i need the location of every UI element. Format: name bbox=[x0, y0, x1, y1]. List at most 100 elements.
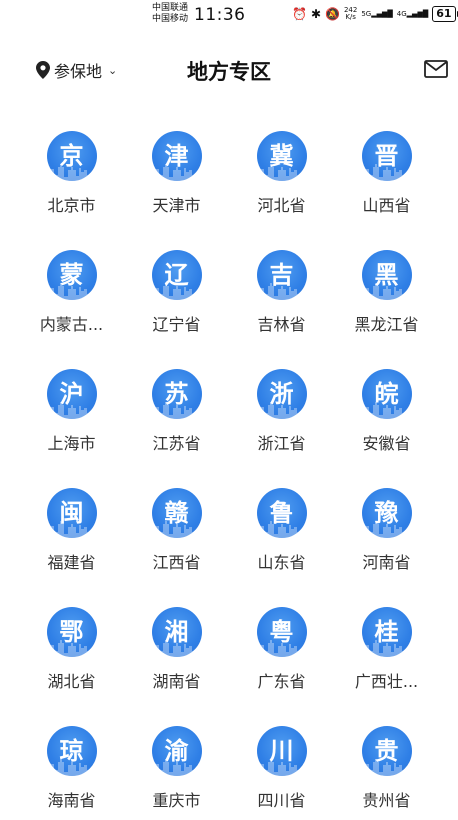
region-glyph: 冀 bbox=[269, 141, 294, 170]
mail-icon[interactable] bbox=[424, 60, 448, 78]
region-item[interactable]: 鲁山东省 bbox=[229, 467, 334, 586]
region-emblem-icon: 豫 bbox=[361, 488, 412, 538]
region-item[interactable]: 鄂湖北省 bbox=[19, 586, 124, 705]
region-name: 安徽省 bbox=[362, 434, 411, 453]
status-bar: 中国联通 中国移动 11:36 ⏰ ✱ 🔕 242 K/s 5G▂▄▆█ 4G▂… bbox=[0, 0, 458, 34]
region-item[interactable]: 川四川省 bbox=[229, 705, 334, 820]
carrier-1: 中国联通 bbox=[152, 3, 189, 13]
region-item[interactable]: 琼海南省 bbox=[19, 705, 124, 820]
region-emblem-icon: 津 bbox=[151, 131, 202, 181]
region-item[interactable]: 皖安徽省 bbox=[334, 348, 439, 467]
region-item[interactable]: 冀河北省 bbox=[229, 110, 334, 229]
region-name: 山西省 bbox=[362, 196, 411, 215]
status-icons: ⏰ ✱ 🔕 242 K/s 5G▂▄▆█ 4G▂▄▆█ 61 bbox=[292, 6, 458, 22]
region-item[interactable]: 津天津市 bbox=[124, 110, 229, 229]
region-glyph: 川 bbox=[269, 736, 294, 765]
region-item[interactable]: 黑黑龙江省 bbox=[334, 229, 439, 348]
net-speed: 242 K/s bbox=[344, 7, 357, 21]
region-emblem-icon: 桂 bbox=[361, 607, 412, 657]
region-glyph: 贵 bbox=[374, 736, 399, 765]
region-item[interactable]: 吉吉林省 bbox=[229, 229, 334, 348]
region-name: 浙江省 bbox=[257, 434, 306, 453]
region-name: 江西省 bbox=[152, 553, 201, 572]
region-name: 河北省 bbox=[257, 196, 306, 215]
region-item[interactable]: 闽福建省 bbox=[19, 467, 124, 586]
region-emblem-icon: 吉 bbox=[256, 250, 307, 300]
battery-indicator: 61 bbox=[432, 6, 458, 22]
region-emblem-icon: 苏 bbox=[151, 369, 202, 419]
region-emblem-icon: 鲁 bbox=[256, 488, 307, 538]
carrier-info: 中国联通 中国移动 bbox=[152, 3, 188, 25]
region-emblem-icon: 浙 bbox=[256, 369, 307, 419]
region-glyph: 津 bbox=[164, 141, 189, 170]
region-item[interactable]: 蒙内蒙古... bbox=[19, 229, 124, 348]
region-emblem-icon: 琼 bbox=[46, 726, 97, 776]
region-glyph: 苏 bbox=[164, 379, 189, 408]
region-emblem-icon: 蒙 bbox=[46, 250, 97, 300]
signal-4g-label: 4G bbox=[396, 10, 407, 18]
region-glyph: 鲁 bbox=[269, 498, 294, 527]
region-emblem-icon: 晋 bbox=[361, 131, 412, 181]
region-emblem-icon: 贵 bbox=[361, 726, 412, 776]
carrier-2: 中国移动 bbox=[152, 14, 189, 24]
region-glyph: 渝 bbox=[164, 736, 189, 765]
region-glyph: 湘 bbox=[164, 617, 189, 646]
region-item[interactable]: 辽辽宁省 bbox=[124, 229, 229, 348]
region-item[interactable]: 豫河南省 bbox=[334, 467, 439, 586]
region-name: 黑龙江省 bbox=[354, 315, 419, 334]
region-glyph: 皖 bbox=[374, 379, 399, 408]
signal-5g-label: 5G bbox=[361, 10, 372, 18]
region-emblem-icon: 京 bbox=[46, 131, 97, 181]
region-emblem-icon: 赣 bbox=[151, 488, 202, 538]
region-item[interactable]: 桂广西壮... bbox=[334, 586, 439, 705]
location-pin-icon bbox=[36, 61, 50, 79]
region-item[interactable]: 湘湖南省 bbox=[124, 586, 229, 705]
region-glyph: 闽 bbox=[59, 498, 84, 527]
region-item[interactable]: 粤广东省 bbox=[229, 586, 334, 705]
region-glyph: 吉 bbox=[269, 260, 294, 289]
region-item[interactable]: 晋山西省 bbox=[334, 110, 439, 229]
region-emblem-icon: 沪 bbox=[46, 369, 97, 419]
region-name: 重庆市 bbox=[152, 791, 201, 810]
region-glyph: 黑 bbox=[374, 260, 399, 289]
region-name: 河南省 bbox=[362, 553, 411, 572]
region-emblem-icon: 粤 bbox=[256, 607, 307, 657]
region-item[interactable]: 苏江苏省 bbox=[124, 348, 229, 467]
region-item[interactable]: 赣江西省 bbox=[124, 467, 229, 586]
mute-icon: 🔕 bbox=[325, 7, 340, 21]
location-selector[interactable]: 参保地 ⌄ bbox=[36, 58, 117, 82]
region-item[interactable]: 沪上海市 bbox=[19, 348, 124, 467]
alarm-icon: ⏰ bbox=[292, 7, 307, 21]
region-name: 四川省 bbox=[257, 791, 306, 810]
region-item[interactable]: 渝重庆市 bbox=[124, 705, 229, 820]
region-glyph: 辽 bbox=[164, 260, 189, 289]
region-item[interactable]: 京北京市 bbox=[19, 110, 124, 229]
region-name: 吉林省 bbox=[257, 315, 306, 334]
region-name: 内蒙古... bbox=[39, 315, 104, 334]
region-glyph: 晋 bbox=[374, 141, 399, 170]
region-glyph: 沪 bbox=[59, 379, 84, 408]
region-emblem-icon: 湘 bbox=[151, 607, 202, 657]
region-glyph: 粤 bbox=[269, 617, 294, 646]
region-emblem-icon: 川 bbox=[256, 726, 307, 776]
region-name: 湖北省 bbox=[47, 672, 96, 691]
region-emblem-icon: 渝 bbox=[151, 726, 202, 776]
region-glyph: 桂 bbox=[374, 617, 399, 646]
region-name: 江苏省 bbox=[152, 434, 201, 453]
region-emblem-icon: 辽 bbox=[151, 250, 202, 300]
region-item[interactable]: 浙浙江省 bbox=[229, 348, 334, 467]
region-emblem-icon: 皖 bbox=[361, 369, 412, 419]
region-emblem-icon: 鄂 bbox=[46, 607, 97, 657]
region-name: 海南省 bbox=[47, 791, 96, 810]
region-glyph: 浙 bbox=[269, 379, 294, 408]
region-emblem-icon: 冀 bbox=[256, 131, 307, 181]
region-name: 辽宁省 bbox=[152, 315, 201, 334]
region-name: 贵州省 bbox=[362, 791, 411, 810]
region-name: 北京市 bbox=[47, 196, 96, 215]
region-name: 上海市 bbox=[47, 434, 96, 453]
region-name: 山东省 bbox=[257, 553, 306, 572]
region-item[interactable]: 贵贵州省 bbox=[334, 705, 439, 820]
chevron-down-icon: ⌄ bbox=[108, 63, 118, 77]
bluetooth-icon: ✱ bbox=[310, 7, 322, 21]
region-emblem-icon: 黑 bbox=[361, 250, 412, 300]
